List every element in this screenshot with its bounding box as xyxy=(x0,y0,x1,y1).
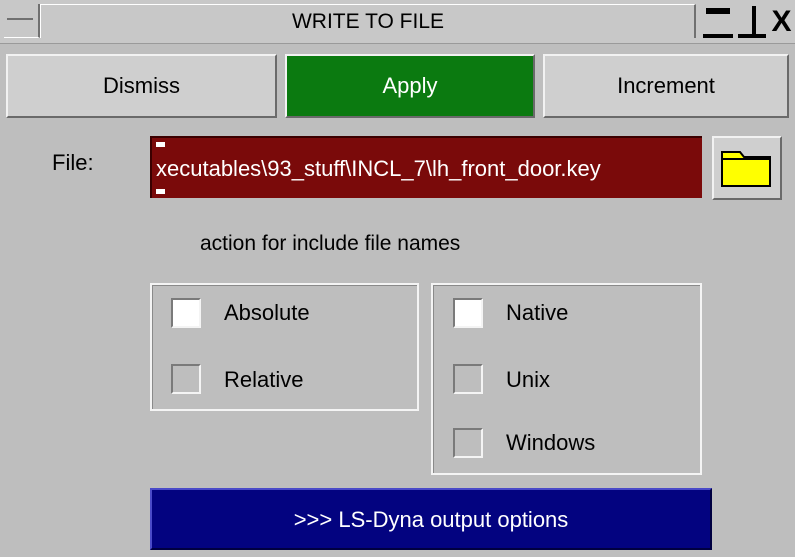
relative-label: Relative xyxy=(224,367,304,392)
absolute-checkbox[interactable] xyxy=(171,298,201,328)
folder-icon xyxy=(721,151,771,187)
text-cursor-bottom xyxy=(156,189,165,194)
increment-button[interactable]: Increment xyxy=(543,54,789,118)
file-label: File: xyxy=(52,150,94,175)
file-path-value: xecutables\93_stuff\INCL_7\lh_front_door… xyxy=(156,156,601,181)
absolute-label: Absolute xyxy=(224,300,310,325)
native-checkbox[interactable] xyxy=(453,298,483,328)
minimize-icon[interactable] xyxy=(703,2,733,40)
maximize-icon[interactable] xyxy=(738,2,766,40)
window-menu-button[interactable] xyxy=(4,4,40,38)
include-action-heading: action for include file names xyxy=(200,232,461,255)
native-label: Native xyxy=(506,300,569,325)
close-icon[interactable]: X xyxy=(768,2,795,40)
unix-label: Unix xyxy=(506,367,551,392)
ls-dyna-output-options-button[interactable]: >>> LS-Dyna output options xyxy=(150,488,712,550)
browse-folder-button[interactable] xyxy=(712,136,782,200)
apply-button[interactable]: Apply xyxy=(285,54,535,118)
text-cursor-top xyxy=(156,142,165,147)
file-path-input[interactable]: xecutables\93_stuff\INCL_7\lh_front_door… xyxy=(150,136,702,198)
dismiss-button[interactable]: Dismiss xyxy=(6,54,277,118)
windows-label: Windows xyxy=(506,430,596,455)
unix-checkbox[interactable] xyxy=(453,364,483,394)
window-title: WRITE TO FILE xyxy=(291,10,445,33)
windows-checkbox[interactable] xyxy=(453,428,483,458)
relative-checkbox[interactable] xyxy=(171,364,201,394)
